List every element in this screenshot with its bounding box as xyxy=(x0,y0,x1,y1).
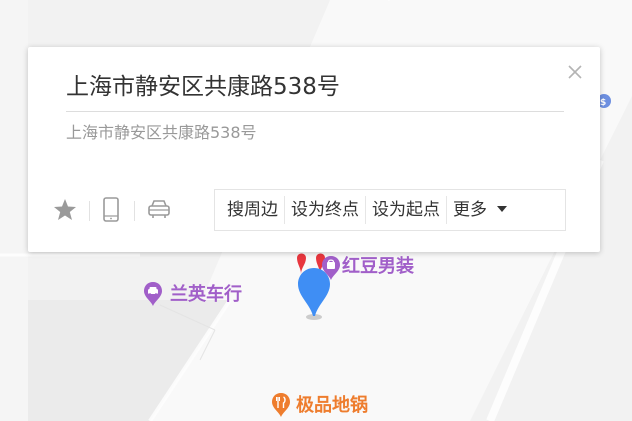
set-destination-button[interactable]: 设为终点 xyxy=(285,196,366,224)
car-icon[interactable] xyxy=(144,195,174,225)
star-icon[interactable] xyxy=(50,195,80,225)
map-view[interactable]: $ 红豆男装 兰英车行 极品地锅 上海市静安区共康路538号 上海市静安区共康路… xyxy=(0,0,632,421)
title-divider xyxy=(66,111,564,112)
shopping-icon[interactable] xyxy=(320,255,342,281)
poi-label-hongdou[interactable]: 红豆男装 xyxy=(342,255,414,279)
poi-label-lanying[interactable]: 兰英车行 xyxy=(170,283,242,307)
restaurant-icon[interactable] xyxy=(270,392,292,418)
place-address: 上海市静安区共康路538号 xyxy=(66,123,257,142)
set-origin-button[interactable]: 设为起点 xyxy=(366,196,447,224)
place-title: 上海市静安区共康路538号 xyxy=(66,74,340,100)
action-bar: 搜周边 设为终点 设为起点 更多 xyxy=(214,189,566,231)
poi-label-jipin[interactable]: 极品地锅 xyxy=(296,394,368,418)
car-icon[interactable] xyxy=(142,281,164,307)
phone-icon[interactable] xyxy=(96,195,126,225)
search-nearby-button[interactable]: 搜周边 xyxy=(215,196,285,224)
info-card: 上海市静安区共康路538号 上海市静安区共康路538号 搜周边 设为终点 设为起… xyxy=(28,47,600,252)
icon-separator xyxy=(134,201,135,221)
close-icon[interactable] xyxy=(564,61,586,83)
icon-separator xyxy=(89,201,90,221)
chevron-down-icon xyxy=(497,206,507,212)
svg-text:$: $ xyxy=(600,98,606,108)
more-label: 更多 xyxy=(453,200,487,220)
more-button[interactable]: 更多 xyxy=(447,196,521,224)
